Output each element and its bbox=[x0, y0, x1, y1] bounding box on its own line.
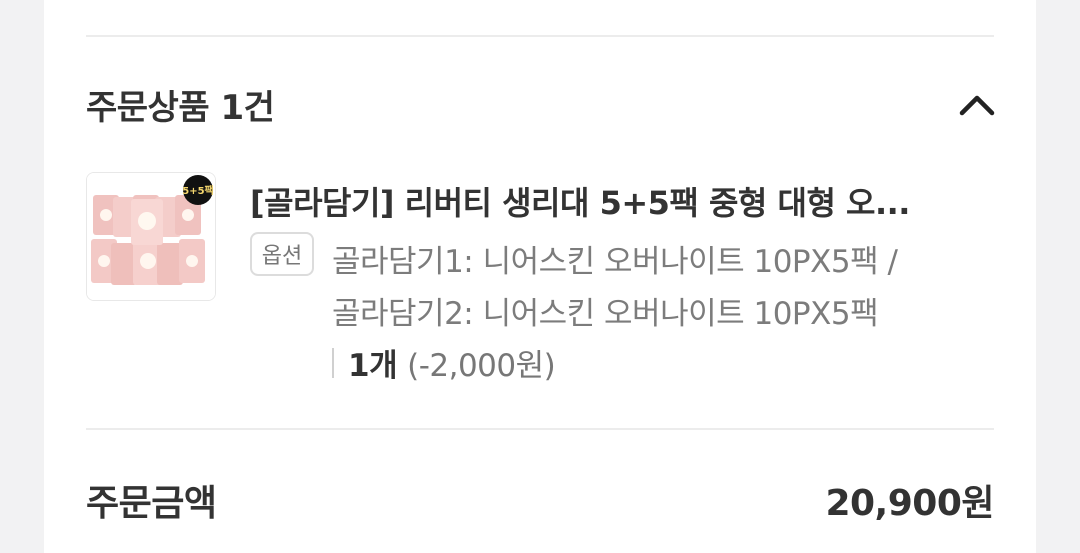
top-divider bbox=[86, 35, 994, 37]
product-name[interactable]: [골라담기] 리버티 생리대 5+5팩 중형 대형 오... bbox=[250, 178, 970, 224]
quantity-line: 1개 (-2,000원) bbox=[332, 340, 556, 385]
product-thumbnail[interactable]: 5+5팩 bbox=[86, 172, 216, 301]
option-line-2: 골라담기2: 니어스킨 오버나이트 10PX5팩 bbox=[332, 296, 879, 332]
option-badge: 옵션 bbox=[250, 232, 314, 276]
quantity-discount: (-2,000원) bbox=[407, 348, 556, 384]
order-products-title: 주문상품 1건 bbox=[86, 88, 275, 128]
bottom-divider bbox=[86, 428, 994, 430]
quantity-count: 1개 bbox=[348, 348, 398, 384]
product-image: 5+5팩 bbox=[87, 173, 215, 300]
quantity-separator bbox=[332, 347, 334, 378]
order-total-label: 주문금액 bbox=[86, 483, 217, 524]
order-total-value: 20,900원 bbox=[825, 483, 994, 524]
chevron-up-icon bbox=[959, 95, 995, 116]
collapse-button[interactable] bbox=[952, 82, 1002, 128]
option-line-1: 골라담기1: 니어스킨 오버나이트 10PX5팩 / bbox=[332, 244, 898, 280]
bundle-badge-text: 5+5팩 bbox=[182, 184, 214, 197]
order-summary-card: 주문상품 1건 5+5팩 [골라담기] 리버티 생리대 5+5팩 중형 대형 오… bbox=[44, 0, 1036, 553]
